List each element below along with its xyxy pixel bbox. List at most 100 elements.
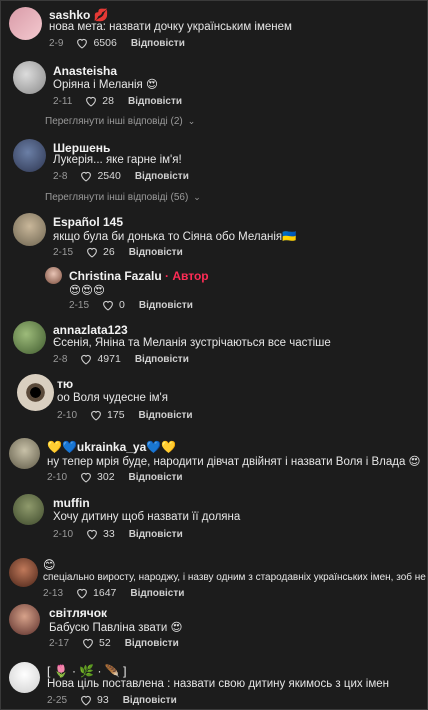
comment-meta: 2-15 26 Відповісти (53, 246, 183, 258)
heart-outline-icon (81, 695, 91, 706)
heart-outline-icon (81, 472, 91, 483)
comment-date: 2-13 (43, 587, 64, 599)
comment-text: Бабусю Павліна звати 😍 (49, 622, 183, 634)
comment-author[interactable]: muffin (53, 496, 90, 510)
comment-author[interactable]: тю (57, 377, 73, 391)
comment-meta: 2-8 2540 Відповісти (53, 170, 189, 182)
comment-date: 2-10 (47, 471, 68, 483)
comment-text: Нова ціль поставлена : назвати свою дити… (47, 678, 390, 690)
avatar[interactable] (9, 7, 42, 40)
comment-author[interactable]: sashko 💋 (49, 8, 109, 22)
like-button[interactable]: 33 (85, 528, 115, 540)
reply-button[interactable]: Відповісти (129, 472, 183, 483)
heart-outline-icon (81, 171, 92, 182)
reply-button[interactable]: Відповісти (135, 354, 189, 365)
comment-text: Єсенія, Яніна та Меланія зустрічаються в… (53, 337, 331, 349)
comment-text: спеціально виросту, народжу, і назву одн… (43, 572, 427, 583)
comment-text: Оріяна і Меланія 😍 (53, 79, 158, 91)
reply-author-name: Christina Fazalu (69, 269, 162, 283)
like-button[interactable]: 4971 (79, 353, 121, 365)
reply-button[interactable]: Відповісти (129, 529, 183, 540)
comment-author[interactable]: 😊 (43, 558, 56, 572)
like-count: 33 (103, 528, 115, 540)
like-count: 4971 (97, 353, 121, 365)
comment-meta: 2-10 302 Відповісти (47, 471, 183, 483)
avatar[interactable] (17, 374, 54, 411)
view-more-replies-button[interactable]: Переглянути інші відповіді (2) ⌄ (45, 116, 195, 127)
avatar[interactable] (13, 321, 46, 354)
like-button[interactable]: 52 (81, 637, 111, 649)
heart-outline-icon (87, 529, 97, 540)
avatar[interactable] (13, 494, 44, 525)
like-button[interactable]: 93 (79, 694, 109, 706)
chevron-down-icon: ⌄ (193, 192, 201, 202)
avatar[interactable] (9, 662, 40, 693)
view-more-replies-label: Переглянути інші відповіді (2) (45, 116, 183, 127)
comment-author[interactable]: Anasteisha (53, 64, 117, 78)
like-button[interactable]: 175 (89, 409, 125, 421)
heart-outline-icon (86, 96, 97, 107)
reply-button[interactable]: Відповісти (129, 247, 183, 258)
like-count: 28 (102, 95, 114, 107)
like-count: 26 (103, 246, 115, 258)
comment-author[interactable]: Español 145 (53, 215, 123, 229)
avatar[interactable] (9, 604, 40, 635)
comment-text: Хочу дитину щоб назвати її доляна (53, 511, 241, 523)
comments-panel: sashko 💋 нова мета: назвати дочку україн… (0, 0, 428, 710)
view-more-replies-button[interactable]: Переглянути інші відповіді (56) ⌄ (45, 192, 201, 203)
comment-text: Лукерія... яке гарне ім'я! (53, 154, 182, 166)
like-button[interactable]: 26 (85, 246, 115, 258)
heart-outline-icon (87, 247, 97, 258)
like-button[interactable]: 2540 (79, 170, 121, 182)
reply-button[interactable]: Відповісти (130, 588, 184, 599)
like-button[interactable]: 302 (79, 471, 115, 483)
reply-button[interactable]: Відповісти (139, 410, 193, 421)
heart-outline-icon (81, 354, 92, 365)
like-button[interactable]: 28 (84, 95, 114, 107)
comment-author[interactable]: Christina Fazalu · Автор (69, 269, 209, 283)
comment-date: 2-25 (47, 694, 68, 706)
reply-button[interactable]: Відповісти (131, 38, 185, 49)
like-count: 1647 (93, 587, 117, 599)
view-more-replies-label: Переглянути інші відповіді (56) (45, 192, 189, 203)
comment-author[interactable]: [ 🌷 · 🌿 · 🪶 ] (47, 664, 127, 678)
avatar[interactable] (13, 213, 46, 246)
comment-author[interactable]: світлячок (49, 606, 107, 620)
avatar[interactable] (9, 558, 38, 587)
comment-author[interactable]: Шершень (53, 141, 110, 155)
comment-date: 2-15 (69, 299, 90, 311)
reply-button[interactable]: Відповісти (123, 695, 177, 706)
comment-meta: 2-13 1647 Відповісти (43, 587, 184, 599)
avatar[interactable] (45, 267, 62, 284)
comment-meta: 2-9 6506 Відповісти (49, 37, 185, 49)
avatar[interactable] (13, 61, 46, 94)
reply-button[interactable]: Відповісти (139, 300, 193, 311)
comment-text: ну тепер мрія буде, народити дівчат двій… (47, 456, 421, 468)
like-button[interactable]: 6506 (75, 37, 117, 49)
comment-text: оо Воля чудесне ім'я (57, 392, 168, 404)
like-count: 52 (99, 637, 111, 649)
comment-meta: 2-17 52 Відповісти (49, 637, 179, 649)
comment-date: 2-8 (53, 170, 68, 182)
comment-meta: 2-25 93 Відповісти (47, 694, 177, 706)
comment-text: 😍😍😍 (69, 285, 105, 297)
comment-author[interactable]: 💛💙ukrainka_ya💙💛 (47, 440, 176, 454)
reply-button[interactable]: Відповісти (125, 638, 179, 649)
comment-author[interactable]: annazlata123 (53, 323, 128, 337)
reply-button[interactable]: Відповісти (128, 96, 182, 107)
chevron-down-icon: ⌄ (187, 116, 196, 126)
comment-text: нова мета: назвати дочку українським іме… (49, 21, 292, 33)
heart-outline-icon (77, 588, 87, 599)
comment-date: 2-10 (53, 528, 74, 540)
avatar[interactable] (13, 139, 46, 172)
heart-outline-icon (83, 638, 93, 649)
like-count: 2540 (97, 170, 121, 182)
avatar[interactable] (9, 438, 40, 469)
reply-button[interactable]: Відповісти (135, 171, 189, 182)
heart-outline-icon (77, 38, 88, 49)
like-button[interactable]: 1647 (75, 587, 116, 599)
like-count: 175 (107, 409, 125, 421)
comment-meta: 2-15 0 Відповісти (69, 299, 193, 311)
like-button[interactable]: 0 (101, 299, 125, 311)
comment-meta: 2-11 28 Відповісти (53, 95, 182, 107)
